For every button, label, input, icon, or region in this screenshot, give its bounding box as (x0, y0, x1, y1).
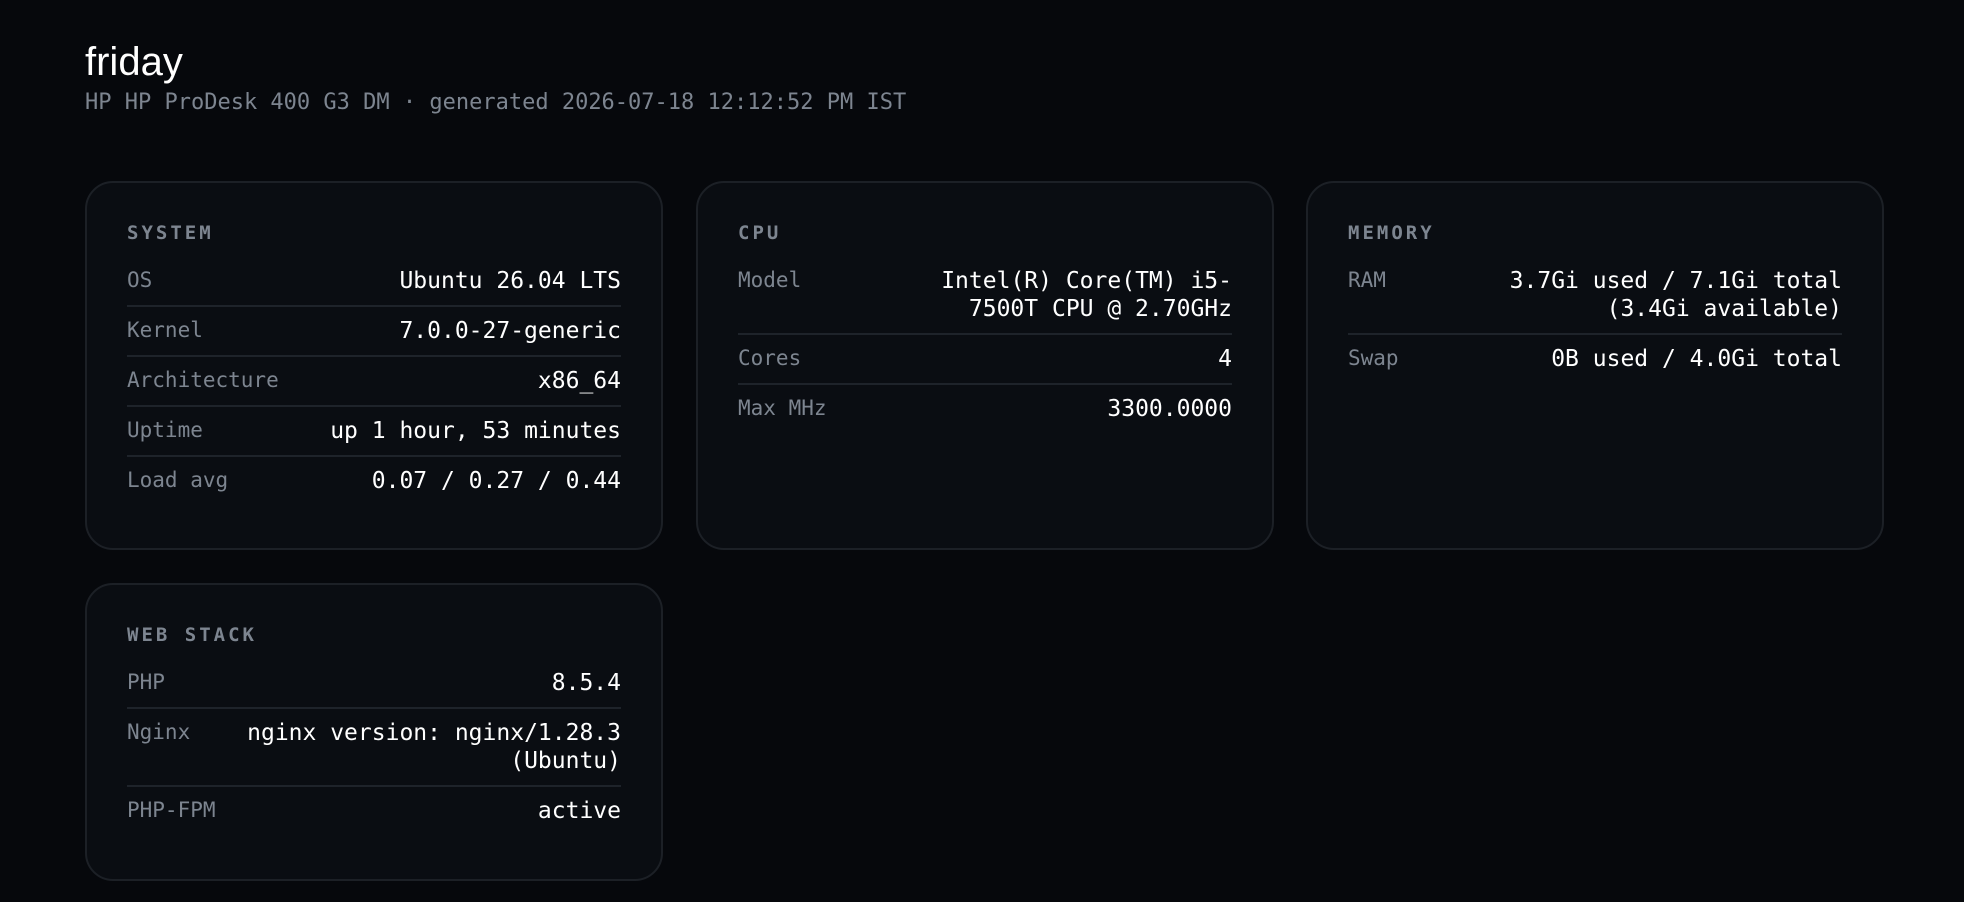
info-value: Ubuntu 26.04 LTS (399, 268, 621, 294)
card-title: CPU (738, 222, 782, 244)
info-value: 0.07 / 0.27 / 0.44 (371, 468, 621, 494)
info-label: OS (127, 268, 153, 292)
page-title: friday (85, 40, 183, 84)
info-row-swap: Swap 0B used / 4.0Gi total (1348, 335, 1842, 383)
card-title: WEB STACK (127, 624, 257, 646)
info-row-cores: Cores 4 (738, 335, 1232, 385)
info-row-load-avg: Load avg 0.07 / 0.27 / 0.44 (127, 457, 621, 505)
info-label: Uptime (127, 418, 203, 442)
info-label: Architecture (127, 368, 279, 392)
web-stack-card: WEB STACK PHP 8.5.4 Nginx nginx version:… (85, 583, 663, 881)
info-value: up 1 hour, 53 minutes (330, 418, 621, 444)
info-value: 8.5.4 (551, 670, 621, 696)
info-label: Swap (1348, 346, 1399, 370)
info-row-uptime: Uptime up 1 hour, 53 minutes (127, 407, 621, 457)
info-list: RAM 3.7Gi used / 7.1Gi total (3.4Gi avai… (1348, 257, 1842, 383)
info-label: Cores (738, 346, 802, 370)
info-label: PHP-FPM (127, 798, 216, 822)
cpu-card: CPU Model Intel(R) Core(TM) i5-7500T CPU… (696, 181, 1274, 550)
info-value: 4 (1218, 346, 1232, 372)
info-value: nginx version: nginx/1.28.3 (Ubuntu) (247, 720, 621, 774)
info-value: active (537, 798, 621, 824)
info-value: 3.7Gi used / 7.1Gi total (3.4Gi availabl… (1509, 268, 1842, 322)
info-value: 0B used / 4.0Gi total (1551, 346, 1842, 372)
info-row-ram: RAM 3.7Gi used / 7.1Gi total (3.4Gi avai… (1348, 257, 1842, 335)
info-label: Max MHz (738, 396, 827, 420)
info-row-php: PHP 8.5.4 (127, 659, 621, 709)
info-label: Nginx (127, 720, 191, 744)
info-row-php-fpm: PHP-FPM active (127, 787, 621, 835)
memory-card: MEMORY RAM 3.7Gi used / 7.1Gi total (3.4… (1306, 181, 1884, 550)
info-list: PHP 8.5.4 Nginx nginx version: nginx/1.2… (127, 659, 621, 835)
info-label: RAM (1348, 268, 1386, 292)
info-label: Load avg (127, 468, 229, 492)
system-card: SYSTEM OS Ubuntu 26.04 LTS Kernel 7.0.0-… (85, 181, 663, 550)
info-list: Model Intel(R) Core(TM) i5-7500T CPU @ 2… (738, 257, 1232, 433)
info-row-nginx: Nginx nginx version: nginx/1.28.3 (Ubunt… (127, 709, 621, 787)
page-header: friday HP HP ProDesk 400 G3 DM · generat… (85, 38, 906, 117)
info-row-model: Model Intel(R) Core(TM) i5-7500T CPU @ 2… (738, 257, 1232, 335)
info-row-max-mhz: Max MHz 3300.0000 (738, 385, 1232, 433)
info-row-kernel: Kernel 7.0.0-27-generic (127, 307, 621, 357)
card-title: MEMORY (1348, 222, 1435, 244)
info-value: x86_64 (537, 368, 621, 394)
info-value: 3300.0000 (1107, 396, 1232, 422)
page-subtitle: HP HP ProDesk 400 G3 DM · generated 2026… (85, 90, 907, 115)
info-label: PHP (127, 670, 165, 694)
info-row-architecture: Architecture x86_64 (127, 357, 621, 407)
info-value: 7.0.0-27-generic (399, 318, 621, 344)
info-label: Model (738, 268, 802, 292)
info-row-os: OS Ubuntu 26.04 LTS (127, 257, 621, 307)
info-value: Intel(R) Core(TM) i5-7500T CPU @ 2.70GHz (941, 268, 1232, 322)
info-label: Kernel (127, 318, 203, 342)
info-list: OS Ubuntu 26.04 LTS Kernel 7.0.0-27-gene… (127, 257, 621, 505)
card-title: SYSTEM (127, 222, 214, 244)
